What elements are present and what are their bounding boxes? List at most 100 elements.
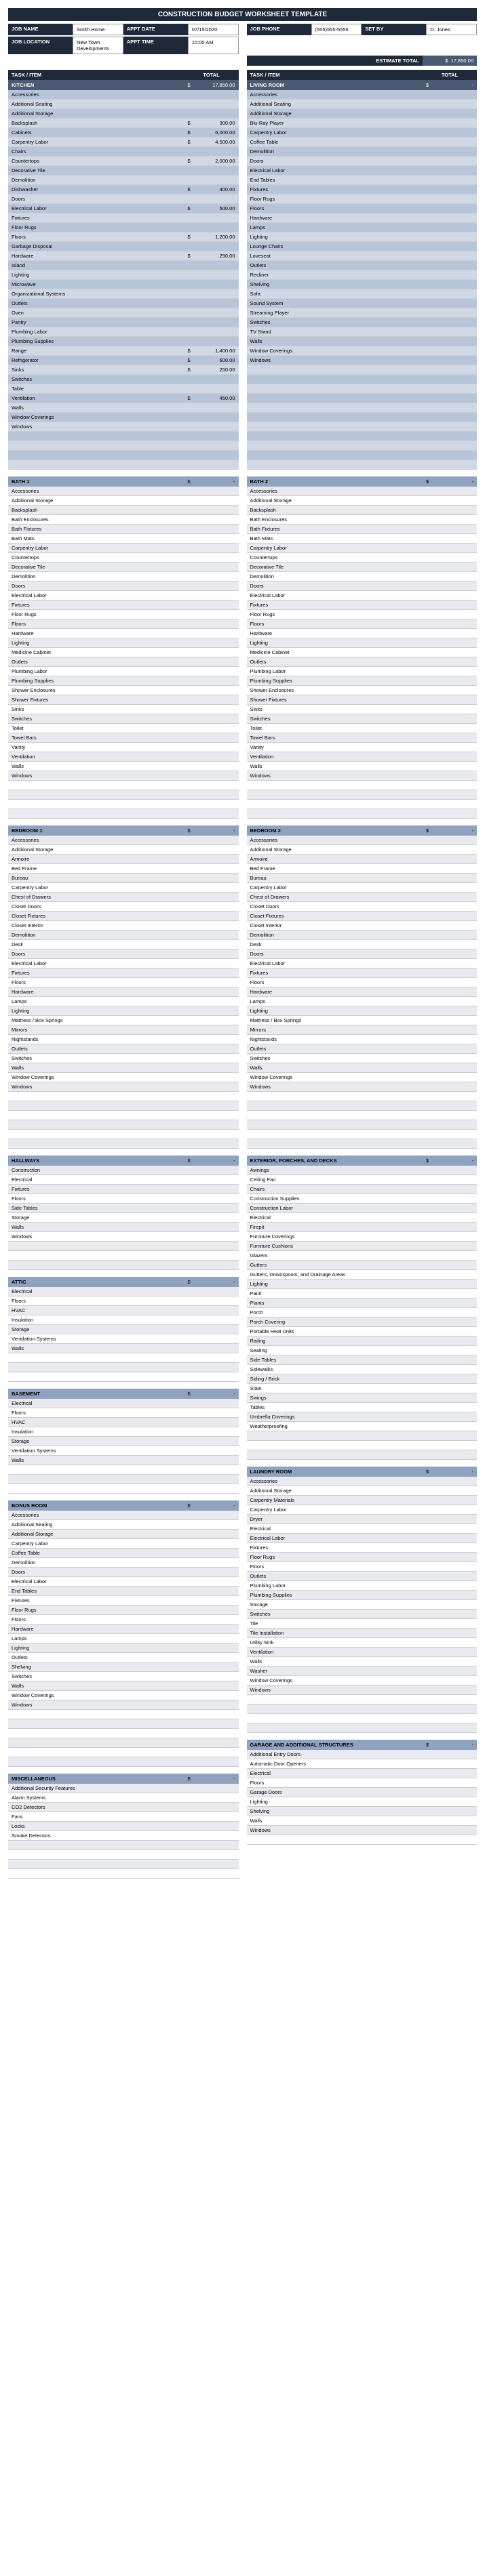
line-item[interactable]: Floors <box>247 619 478 629</box>
line-item[interactable]: Floor Rugs <box>8 223 239 232</box>
item-value[interactable] <box>185 213 239 223</box>
item-value[interactable] <box>185 1700 239 1710</box>
item-value[interactable] <box>185 1672 239 1681</box>
item-value[interactable] <box>423 1657 477 1667</box>
item-value[interactable] <box>185 90 239 100</box>
item-value[interactable] <box>423 1082 477 1092</box>
line-item[interactable]: Demolition <box>247 572 478 581</box>
line-item[interactable]: Furniture Coverings <box>247 1232 478 1242</box>
line-item[interactable]: Closet Doors <box>247 902 478 912</box>
item-value[interactable] <box>423 610 477 619</box>
item-value[interactable] <box>185 836 239 845</box>
line-item[interactable]: Electrical <box>8 1287 239 1296</box>
line-item[interactable]: Shelving <box>247 1807 478 1816</box>
line-item[interactable]: Sinks$250.00 <box>8 365 239 375</box>
blank-line-item[interactable] <box>247 1139 478 1149</box>
line-item[interactable]: Side Tables <box>247 1355 478 1365</box>
item-value[interactable] <box>185 1793 239 1803</box>
item-value[interactable] <box>185 1615 239 1624</box>
line-item[interactable]: Desk <box>247 940 478 949</box>
line-item[interactable]: Hardware <box>8 987 239 997</box>
item-value[interactable] <box>185 515 239 525</box>
line-item[interactable]: Additional Security Features <box>8 1784 239 1793</box>
line-item[interactable]: Outlets <box>8 657 239 667</box>
line-item[interactable]: Vanity <box>8 743 239 752</box>
item-value[interactable] <box>185 1185 239 1194</box>
item-value[interactable] <box>423 109 477 119</box>
item-value[interactable] <box>185 166 239 176</box>
item-value[interactable] <box>423 157 477 166</box>
line-item[interactable]: Plumbing Supplies <box>8 337 239 346</box>
blank-line-item[interactable] <box>8 1261 239 1270</box>
line-item[interactable]: Switches <box>8 375 239 384</box>
line-item[interactable]: Lighting <box>247 1006 478 1016</box>
line-item[interactable]: End Tables <box>247 176 478 185</box>
item-value[interactable] <box>185 413 239 422</box>
line-item[interactable]: Gutters <box>247 1261 478 1270</box>
item-value[interactable] <box>185 978 239 987</box>
item-value[interactable] <box>423 119 477 128</box>
item-value[interactable] <box>423 1769 477 1778</box>
blank-line-item[interactable] <box>247 800 478 809</box>
line-item[interactable]: Electrical Labor <box>247 1534 478 1543</box>
line-item[interactable]: Outlets <box>247 1044 478 1054</box>
line-item[interactable]: Plumbing Labor <box>247 667 478 676</box>
line-item[interactable]: Organizational Systems <box>8 289 239 299</box>
job-name-value[interactable]: Smith Home <box>73 24 123 35</box>
item-value[interactable] <box>423 525 477 534</box>
line-item[interactable]: Electrical Labor <box>8 1577 239 1587</box>
item-value[interactable] <box>423 1242 477 1251</box>
item-value[interactable] <box>423 1270 477 1280</box>
item-value[interactable] <box>185 1082 239 1092</box>
item-value[interactable] <box>423 619 477 629</box>
item-value[interactable] <box>185 1643 239 1653</box>
item-value[interactable] <box>185 1624 239 1634</box>
blank-line-item[interactable] <box>247 790 478 800</box>
item-value[interactable] <box>423 299 477 308</box>
item-value[interactable] <box>185 1662 239 1672</box>
blank-line-item[interactable] <box>247 460 478 470</box>
line-item[interactable]: Recliner <box>247 270 478 280</box>
blank-line-item[interactable] <box>247 365 478 375</box>
item-value[interactable] <box>423 724 477 733</box>
item-value[interactable] <box>423 1175 477 1185</box>
line-item[interactable]: Floors <box>8 1296 239 1306</box>
line-item[interactable]: Garage Doors <box>247 1788 478 1797</box>
line-item[interactable]: Walls <box>8 1063 239 1073</box>
line-item[interactable]: Armoire <box>247 855 478 864</box>
line-item[interactable]: Oven <box>8 308 239 318</box>
appt-date-value[interactable]: 07/15/2020 <box>188 24 239 35</box>
item-value[interactable] <box>423 949 477 959</box>
line-item[interactable]: Weatherproofing <box>247 1422 478 1431</box>
blank-line-item[interactable] <box>8 1372 239 1382</box>
line-item[interactable]: Electrical Labor <box>8 591 239 600</box>
line-item[interactable]: Medicine Cabinet <box>247 648 478 657</box>
item-value[interactable] <box>185 553 239 563</box>
line-item[interactable]: Doors <box>8 195 239 204</box>
item-value[interactable] <box>423 90 477 100</box>
blank-line-item[interactable] <box>247 781 478 790</box>
line-item[interactable]: Window Coverings <box>247 1073 478 1082</box>
line-item[interactable]: Closet Fixtures <box>8 912 239 921</box>
line-item[interactable]: Windows <box>8 1700 239 1710</box>
item-value[interactable] <box>185 1006 239 1016</box>
item-value[interactable] <box>423 515 477 525</box>
line-item[interactable]: Bath Mats <box>247 534 478 544</box>
blank-line-item[interactable] <box>8 1484 239 1494</box>
blank-line-item[interactable] <box>8 1748 239 1757</box>
line-item[interactable]: Window Coverings <box>8 1073 239 1082</box>
line-item[interactable]: Outlets <box>247 1572 478 1581</box>
line-item[interactable]: Floor Rugs <box>8 610 239 619</box>
item-value[interactable] <box>423 752 477 762</box>
blank-line-item[interactable] <box>8 790 239 800</box>
line-item[interactable]: Cabinets$6,000.00 <box>8 128 239 138</box>
item-value[interactable] <box>185 109 239 119</box>
line-item[interactable]: Accessories <box>8 1511 239 1520</box>
line-item[interactable]: Windows <box>247 1826 478 1835</box>
item-value[interactable] <box>423 1054 477 1063</box>
line-item[interactable]: Electrical <box>247 1213 478 1223</box>
line-item[interactable]: Siding / Brick <box>247 1374 478 1384</box>
line-item[interactable]: Backsplash <box>247 506 478 515</box>
item-value[interactable] <box>423 855 477 864</box>
item-value[interactable] <box>423 714 477 724</box>
